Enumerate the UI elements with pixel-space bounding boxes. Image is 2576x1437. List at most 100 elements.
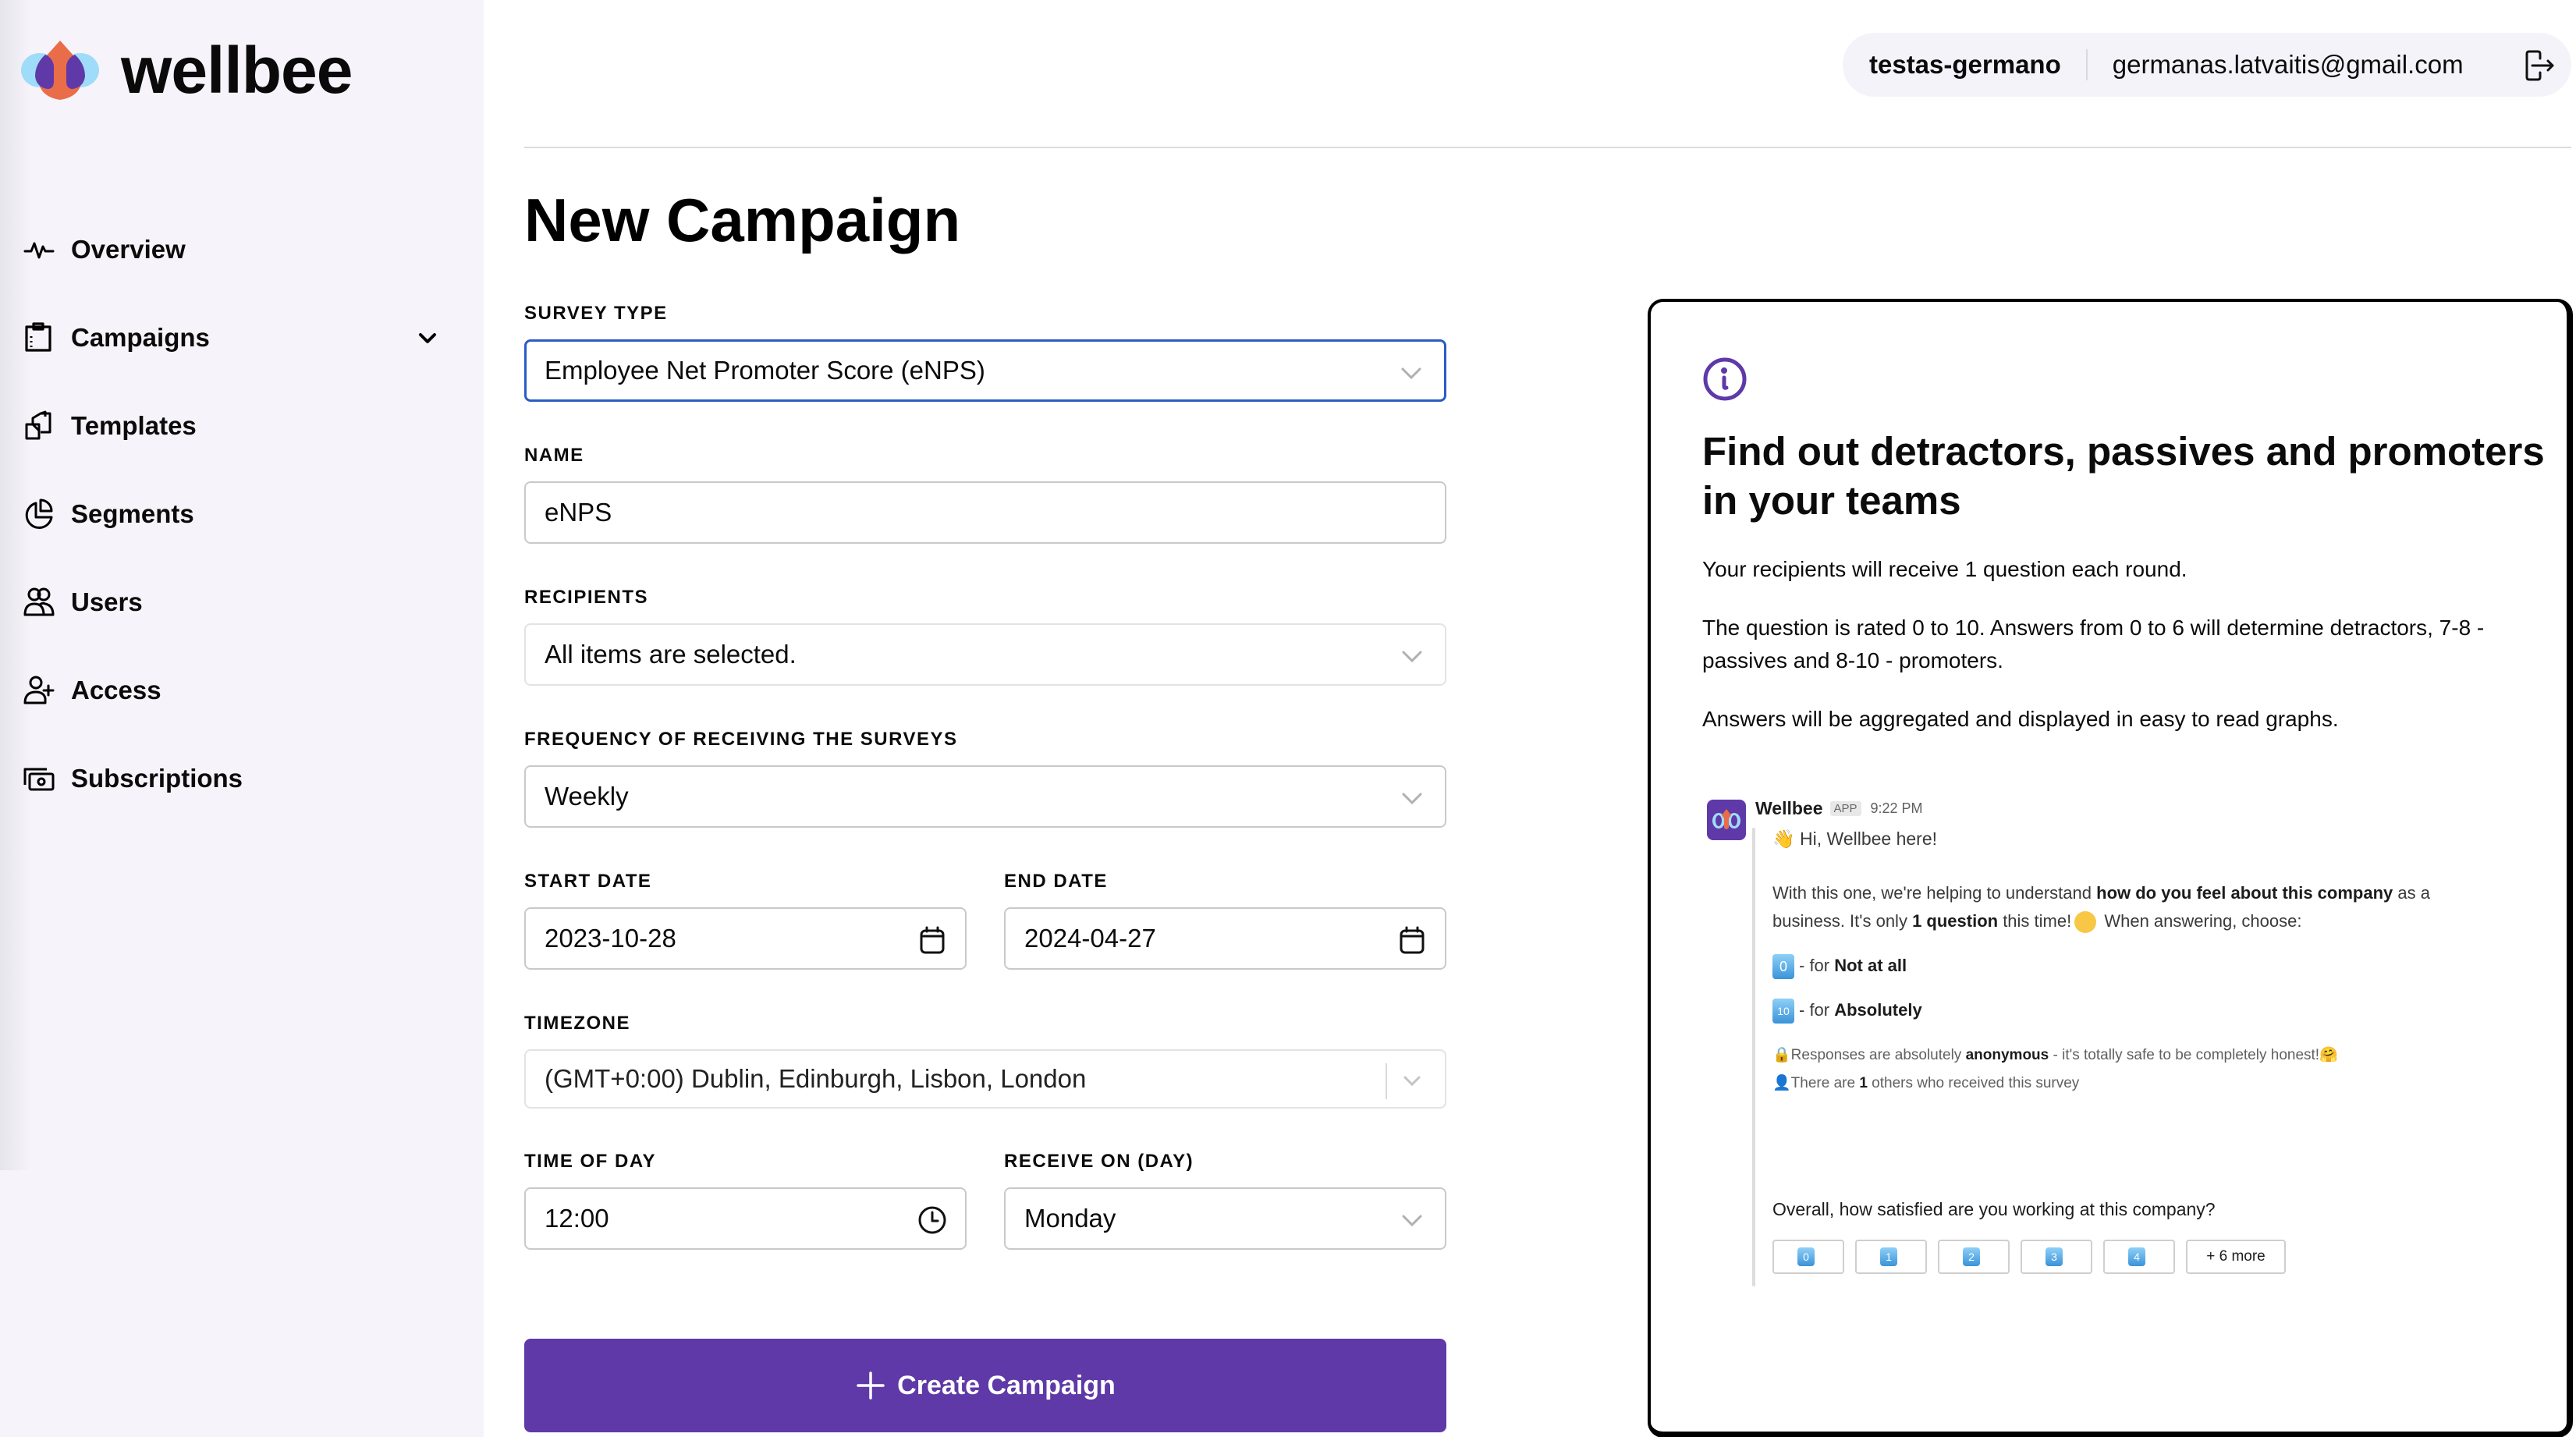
time-of-day-value: 12:00 xyxy=(545,1204,609,1233)
sidebar: wellbee Overview Campaigns Templates Seg… xyxy=(0,0,484,1437)
text: When answering, choose: xyxy=(2099,911,2302,931)
anonymous-note: 🔒Responses are absolutely anonymous - it… xyxy=(1772,1041,2338,1070)
chevron-down-icon xyxy=(1396,640,1428,672)
receive-on-value: Monday xyxy=(1024,1204,1116,1233)
info-paragraph: Answers will be aggregated and displayed… xyxy=(1702,707,2339,731)
sidebar-item-access[interactable]: Access xyxy=(0,659,484,722)
wave-emoji-icon: 👋 xyxy=(1772,828,1795,849)
end-date-value: 2024-04-27 xyxy=(1024,924,1156,953)
frequency-select[interactable]: Weekly xyxy=(524,765,1446,828)
keycap-icon: 0 xyxy=(1797,1247,1815,1266)
survey-type-select[interactable]: Employee Net Promoter Score (eNPS) xyxy=(524,339,1446,402)
frequency-label: FREQUENCY OF RECEIVING THE SURVEYS xyxy=(524,729,958,750)
sidebar-item-label: Overview xyxy=(71,235,186,264)
page-title: New Campaign xyxy=(524,186,961,254)
time-of-day-input[interactable]: 12:00 xyxy=(524,1187,967,1250)
keycap-icon: 4 xyxy=(2128,1247,2145,1266)
text: business. It's only xyxy=(1772,911,1913,931)
start-date-value: 2023-10-28 xyxy=(545,924,676,953)
sidebar-item-label: Campaigns xyxy=(71,323,210,352)
answer-buttons: 0 1 2 3 4 + 6 more xyxy=(1772,1240,2286,1274)
frequency-value: Weekly xyxy=(545,782,629,811)
answer-button-3[interactable]: 3 xyxy=(2021,1240,2092,1274)
keycap-icon: 1 xyxy=(1880,1247,1897,1266)
info-paragraph: Your recipients will receive 1 question … xyxy=(1702,557,2187,581)
bold-text: anonymous xyxy=(1965,1047,2049,1063)
calendar-icon[interactable] xyxy=(917,924,948,956)
keycap-icon: 3 xyxy=(2046,1247,2063,1266)
text: Responses are absolutely xyxy=(1790,1047,1966,1063)
activity-icon xyxy=(22,232,56,267)
info-icon xyxy=(1703,357,1747,401)
chevron-down-icon xyxy=(1396,357,1427,389)
sidebar-item-templates[interactable]: Templates xyxy=(0,395,484,457)
pie-chart-icon xyxy=(22,497,56,531)
quote-bar xyxy=(1752,1193,1755,1286)
sidebar-item-overview[interactable]: Overview xyxy=(0,218,484,281)
others-note: 👤There are 1 others who received this su… xyxy=(1772,1070,2079,1098)
sender-name: Wellbee xyxy=(1755,798,1823,818)
sidebar-item-campaigns[interactable]: Campaigns xyxy=(0,307,484,369)
keycap-icon: 0 xyxy=(1772,954,1794,980)
message-time: 9:22 PM xyxy=(1870,800,1923,816)
recipients-value: All items are selected. xyxy=(545,640,797,669)
sidebar-item-segments[interactable]: Segments xyxy=(0,483,484,545)
timezone-value: (GMT+0:00) Dublin, Edinburgh, Lisbon, Lo… xyxy=(545,1064,1087,1093)
start-date-input[interactable]: 2023-10-28 xyxy=(524,907,967,970)
timezone-select[interactable]: (GMT+0:00) Dublin, Edinburgh, Lisbon, Lo… xyxy=(524,1049,1446,1109)
answer-button-1[interactable]: 1 xyxy=(1855,1240,1927,1274)
logo-text: wellbee xyxy=(121,34,353,107)
answer-button-0[interactable]: 0 xyxy=(1772,1240,1844,1274)
recipients-label: RECIPIENTS xyxy=(524,587,649,608)
recipients-select[interactable]: All items are selected. xyxy=(524,623,1446,686)
divider xyxy=(2085,49,2088,80)
smile-emoji-icon xyxy=(2074,911,2097,934)
name-input[interactable]: eNPS xyxy=(524,481,1446,544)
sidebar-item-subscriptions[interactable]: Subscriptions xyxy=(0,747,484,810)
greeting-line: 👋 Hi, Wellbee here! xyxy=(1772,825,1937,853)
users-icon xyxy=(22,585,56,619)
create-campaign-button[interactable]: Create Campaign xyxy=(524,1339,1446,1432)
text: this time! xyxy=(1998,911,2072,931)
message-header: Wellbee APP 9:22 PM xyxy=(1755,798,1923,819)
info-paragraph: The question is rated 0 to 10. Answers f… xyxy=(1702,616,2485,672)
sidebar-item-label: Users xyxy=(71,587,143,616)
chevron-down-icon xyxy=(1396,1065,1428,1096)
app-badge: APP xyxy=(1829,801,1861,816)
logo[interactable]: wellbee xyxy=(20,34,353,107)
option-low-line: 0 - for Not at all xyxy=(1772,952,1907,980)
receive-on-label: RECEIVE ON (DAY) xyxy=(1004,1151,1194,1172)
info-panel: Find out detractors, passives and promot… xyxy=(1648,299,2573,1437)
chevron-down-icon[interactable] xyxy=(413,324,442,352)
sidebar-item-users[interactable]: Users xyxy=(0,571,484,633)
calendar-icon[interactable] xyxy=(1396,924,1428,956)
logout-icon[interactable] xyxy=(2521,48,2557,83)
sidebar-item-label: Segments xyxy=(71,499,194,528)
bold-text: Not at all xyxy=(1834,956,1907,975)
wellbee-logo-icon xyxy=(21,41,99,100)
bold-text: Absolutely xyxy=(1834,1000,1922,1020)
more-answers-button[interactable]: + 6 more xyxy=(2186,1240,2286,1274)
answer-button-2[interactable]: 2 xyxy=(1938,1240,2010,1274)
name-label: NAME xyxy=(524,445,584,466)
text: With this one, we're helping to understa… xyxy=(1772,883,2097,903)
text: - for xyxy=(1799,1000,1835,1020)
text: others who received this survey xyxy=(1867,1075,2080,1091)
sidebar-item-label: Subscriptions xyxy=(71,764,243,793)
intro-line-2: business. It's only 1 question this time… xyxy=(1772,907,2301,935)
chevron-down-icon xyxy=(1396,1205,1428,1236)
end-date-input[interactable]: 2024-04-27 xyxy=(1004,907,1446,970)
answer-button-4[interactable]: 4 xyxy=(2103,1240,2175,1274)
money-icon xyxy=(22,761,56,796)
end-date-label: END DATE xyxy=(1004,871,1108,892)
bold-text: 1 question xyxy=(1912,911,1999,931)
option-high-line: 10- for Absolutely xyxy=(1772,996,1922,1024)
keycap-icon: 2 xyxy=(1963,1247,1980,1266)
clock-icon[interactable] xyxy=(917,1205,948,1236)
wellbee-avatar xyxy=(1707,800,1746,840)
user-plus-icon xyxy=(22,673,56,708)
receive-on-select[interactable]: Monday xyxy=(1004,1187,1446,1250)
plus-icon xyxy=(857,1371,885,1400)
user-menu: testas-germano germanas.latvaitis@gmail.… xyxy=(1843,33,2571,97)
sidebar-item-label: Templates xyxy=(71,411,197,440)
